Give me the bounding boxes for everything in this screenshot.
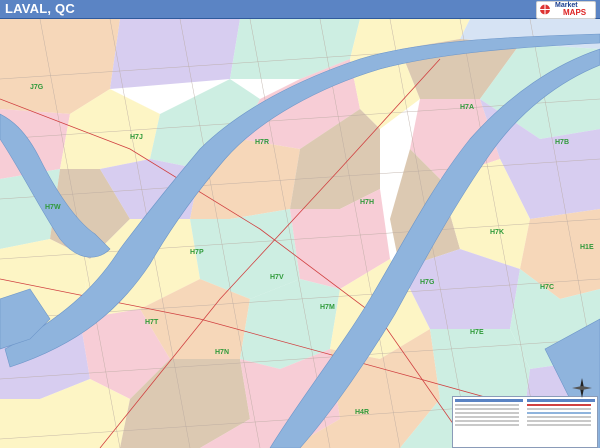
legend-row [527,408,591,410]
zip-label: J7G [30,84,44,91]
globe-icon [540,4,550,15]
zip-label: H7N [215,349,229,356]
page-title: LAVAL, QC [5,1,75,16]
zip-label: H7A [460,104,474,111]
zip-label: H7M [320,304,335,311]
zip-label: H7W [45,204,61,211]
zip-code-map[interactable]: H7R H7J H7A H7W H7H H7P H7V J7G H7T H7N … [0,19,600,448]
market-maps-logo[interactable]: Market MAPS [536,1,596,19]
zip-label: H1E [580,244,594,251]
zip-label: H7V [270,274,284,281]
legend-row [455,412,519,414]
zip-label: H7R [255,139,269,146]
zip-label: H7G [420,279,435,286]
title-bar: LAVAL, QC Market MAPS [0,0,600,19]
legend-row [527,416,591,418]
legend-row [527,424,591,426]
logo-text-bottom: MAPS [563,8,587,17]
legend-row [527,420,591,422]
legend-header [527,399,595,402]
zip-label: H7B [555,139,569,146]
legend-zip-index [455,399,523,443]
zip-label: H4R [355,409,369,416]
legend-row [455,404,519,406]
legend-row [455,420,519,422]
zip-label: H7K [490,229,504,236]
zip-label: H7H [360,199,374,206]
map-legend [452,396,598,448]
zip-label: H7J [130,134,143,141]
map-page: LAVAL, QC Market MAPS H7R H7J H7A H7W H7… [0,0,600,448]
legend-row-highway [527,404,591,406]
zone [110,19,240,89]
legend-row [455,416,519,418]
compass-rose-icon [572,378,592,398]
zip-label: H7P [190,249,204,256]
zip-label: H7E [470,329,484,336]
legend-header [455,399,523,402]
legend-row [455,424,519,426]
zip-label: H7T [145,319,159,326]
legend-row-water [527,412,591,414]
zip-label: H7C [540,284,554,291]
legend-row [455,408,519,410]
legend-symbols [527,399,595,443]
